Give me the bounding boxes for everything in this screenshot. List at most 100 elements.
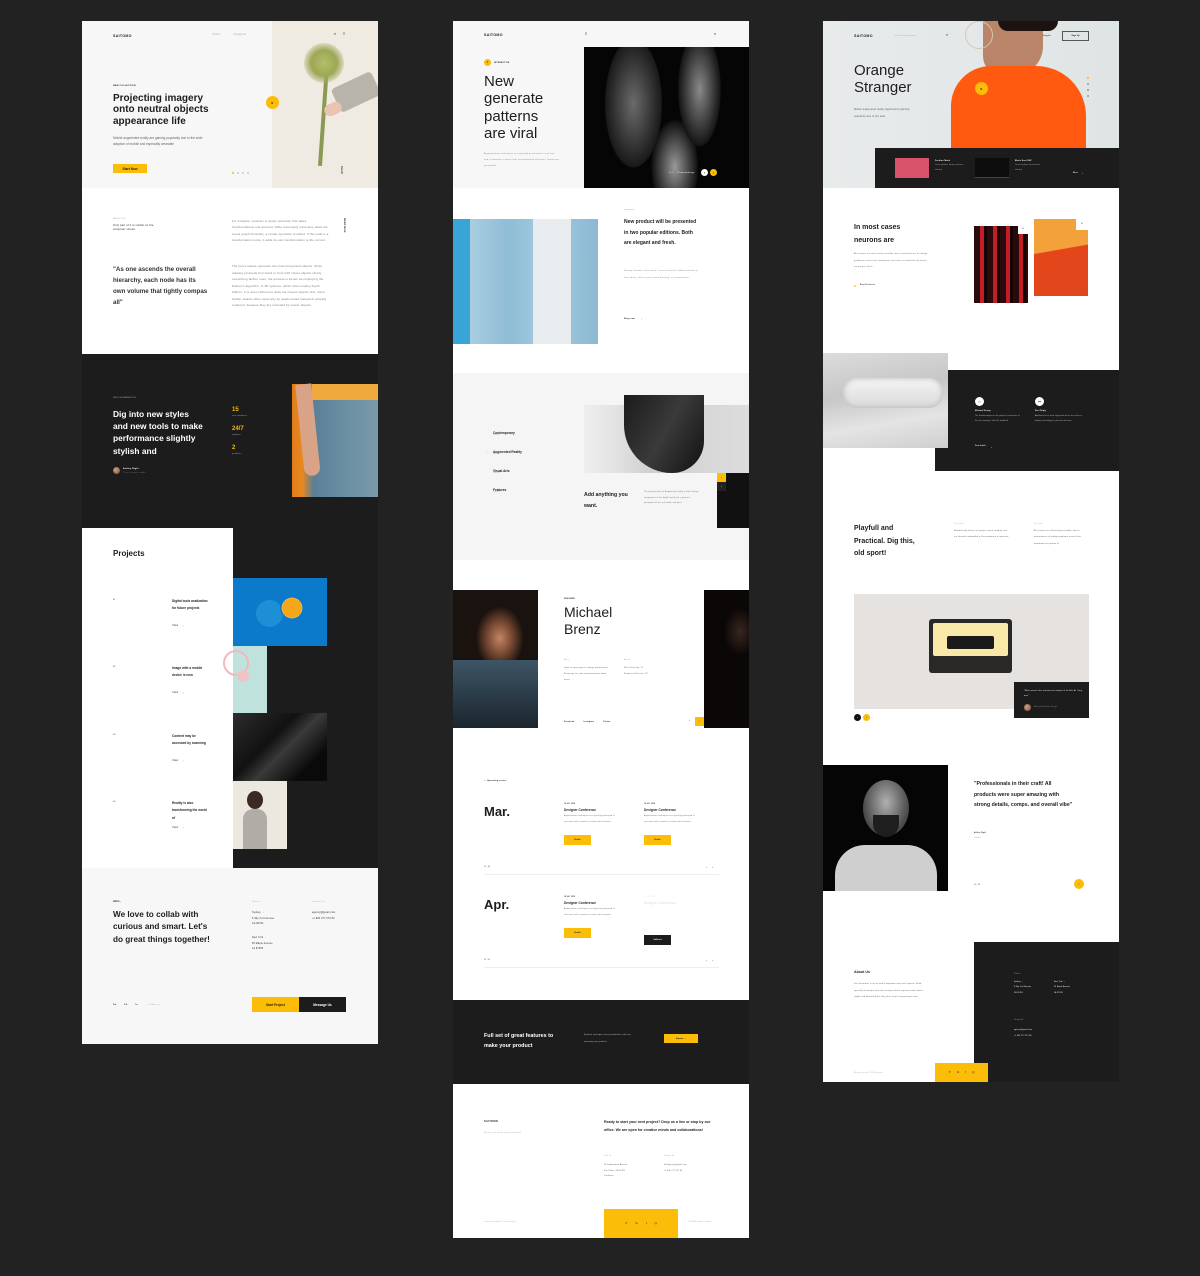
facebook-icon[interactable]: f [965,1071,966,1074]
project-image-headphones[interactable] [223,646,267,713]
footer-phone[interactable]: +1 800 277 672 84 [1014,1034,1032,1038]
next-testimonial-button[interactable]: › [1074,879,1084,889]
feature-menu-item[interactable]: Features Selection [493,488,522,507]
social-facebook[interactable]: Fb [124,1003,127,1007]
instagram-icon[interactable]: ◎ [655,1222,658,1225]
nav-link-twitter[interactable]: Twitter [212,33,221,37]
next-arrow-icon[interactable]: › [712,865,713,869]
instagram-icon[interactable]: ◎ [972,1071,975,1074]
project-image-fabric[interactable] [233,713,327,781]
next-slide-button[interactable]: › [863,714,870,721]
footer-logo[interactable]: SAITOMO [484,1120,498,1123]
signup-button[interactable]: Sign Up [1062,31,1089,41]
shop-now-link[interactable]: Shop now › [624,317,643,321]
card-thumb-fashion[interactable] [895,158,929,178]
project-item[interactable]: 03 Content may be accessed by scanning V… [82,733,233,783]
project-view-link[interactable]: View › [172,624,184,628]
caption-tag[interactable]: #Creativedesign [677,171,694,175]
twitter-icon[interactable]: ✦ [948,1071,951,1074]
prev-slide-button[interactable]: ‹ [854,714,861,721]
slide-dot-active[interactable] [232,172,234,174]
orange-abstract-image[interactable]: 02 [1034,219,1088,296]
logo[interactable]: SAITOMO [854,34,873,38]
slide-dot[interactable] [1087,95,1089,97]
login-link[interactable]: Log In [1043,34,1051,38]
sold-out-button[interactable]: Sold out [644,935,671,945]
read-stories-link[interactable]: ■ Read all stories [854,284,875,288]
project-image-woman[interactable] [233,781,287,849]
project-item[interactable]: 02 Image with a mobile device is new. Vi… [82,665,233,715]
contact-email[interactable]: agency@gmail.com [312,911,335,915]
google-icon[interactable]: G [635,1222,637,1225]
project-view-link[interactable]: View › [172,826,184,830]
prev-arrow-icon[interactable]: ‹ [706,958,707,962]
prev-slide-button[interactable]: ‹ [701,169,708,176]
card-title[interactable]: Fashion Mode [935,159,950,163]
card-title[interactable]: Black Soul DSF [1015,159,1032,163]
view-details-link[interactable]: View details › [975,445,992,449]
details-button[interactable]: Details [644,834,671,845]
project-view-link[interactable]: View › [172,759,184,763]
follow-label: — Follow us [145,1004,160,1006]
feature-menu-item-active[interactable]: → Augmented Reality Selection [485,449,522,469]
office-zip: LA 87283 [1054,991,1063,994]
explore-button[interactable]: Explore → [664,1034,698,1043]
play-button[interactable]: ▸ [975,82,988,95]
social-bar: ✦ G f ◎ [935,1063,988,1082]
feature-menu-item[interactable]: Visual Arts Selection [493,469,522,488]
details-button[interactable]: Details [564,834,591,845]
logo[interactable]: SAITOMO [484,33,503,37]
project-item[interactable]: 04 Reality is also transforming the worl… [82,800,233,850]
nav-link-instagram[interactable]: Instagram [233,33,246,37]
project-image-orange[interactable] [233,578,327,646]
social-twitter[interactable]: Twitter [603,720,610,724]
prev-arrow-icon[interactable]: ‹ [706,865,707,869]
footer-email[interactable]: hellagency@gmail.com [664,1163,687,1167]
footer-phone[interactable]: +1 800 277 672 84 [664,1169,682,1173]
social-instagram[interactable]: Instagram [583,720,594,724]
search-icon[interactable]: ⌕ [944,32,950,38]
twitter-icon[interactable]: ✦ [625,1222,628,1225]
search-icon[interactable]: ⌕ [712,31,718,37]
start-project-button[interactable]: Start Project [252,997,299,1012]
project-item[interactable]: 01 Digital tools analization for future … [82,598,233,648]
more-link[interactable]: More › [1073,171,1083,175]
read-more-link[interactable]: Read more [343,218,347,232]
search-icon[interactable]: ⌕ [332,31,338,37]
menu-icon[interactable]: ≡ [583,31,589,37]
menu-icon[interactable]: ≡ [341,31,347,37]
social-twitter[interactable]: Tw [113,1003,116,1007]
logo[interactable]: SAITOMO [113,34,132,38]
next-arrow-icon[interactable]: › [712,958,713,962]
up-arrow-button[interactable]: › [717,473,726,482]
slide-dot-active[interactable] [1087,77,1089,79]
red-pillars-image[interactable]: 01 [974,226,1028,303]
google-icon[interactable]: G [957,1071,959,1074]
legal-links[interactable]: Terms & Conditions / Privacy policy [484,1221,516,1225]
play-button[interactable]: ▸ [266,96,279,109]
down-arrow-button[interactable]: ‹ [717,482,726,491]
facebook-icon[interactable]: f [646,1222,647,1225]
feature-menu-item[interactable]: Contemporary Selection [493,431,522,450]
about-paragraph-1: For example, consider a render operation… [232,219,329,243]
start-now-button[interactable]: Start Now [113,164,147,173]
social-facebook[interactable]: Facebook [564,720,574,724]
scroll-label[interactable]: Scroll [340,166,344,174]
next-profile-button[interactable]: › [695,717,704,726]
prev-profile-button[interactable]: ‹ [686,717,693,724]
slide-dot[interactable] [247,172,249,174]
message-us-button[interactable]: Message Us [299,997,346,1012]
footer-email[interactable]: agency@gmail.com [1014,1028,1032,1032]
card-thumb-black[interactable] [975,158,1009,178]
details-button[interactable]: Details [564,927,591,938]
search-input[interactable]: Search by keyword [895,34,915,38]
slide-dot[interactable] [242,172,244,174]
project-view-link[interactable]: View › [172,691,184,695]
social-instagram[interactable]: In [135,1003,137,1007]
office-sydney: Sydney → 6 Sky Curl Avenue CA 90701 [1014,980,1031,996]
next-slide-button[interactable]: › [710,169,717,176]
slide-dot[interactable] [1087,89,1089,91]
slide-dot[interactable] [1087,83,1089,85]
contact-phone[interactable]: +1 800 277 672 84 [312,917,335,921]
slide-dot[interactable] [237,172,239,174]
